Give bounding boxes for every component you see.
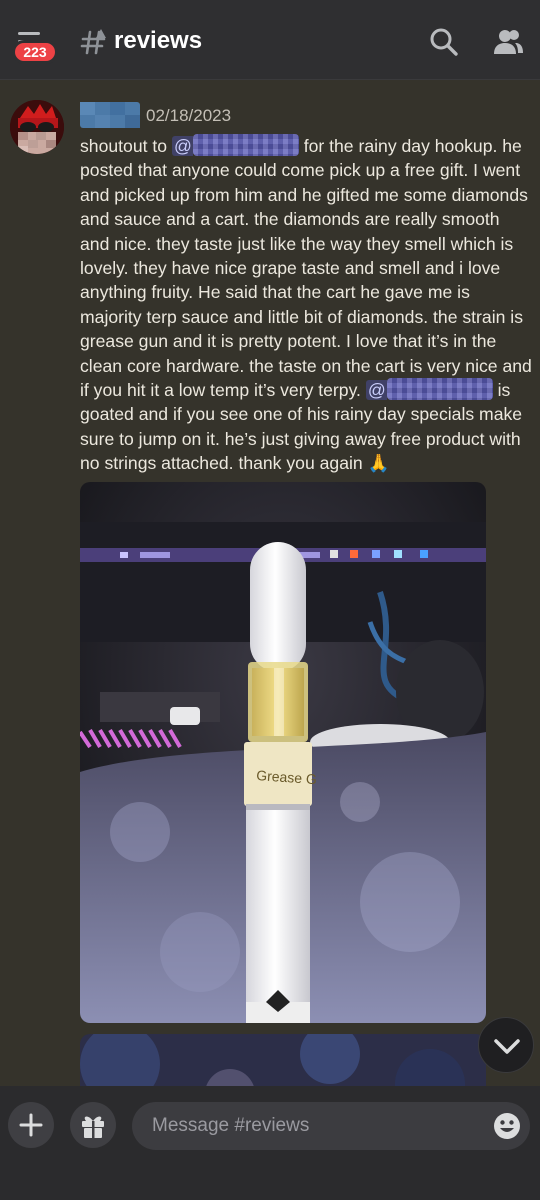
jump-to-latest-button[interactable] (478, 1017, 534, 1073)
unread-badge: 223 (12, 40, 58, 64)
message-input-placeholder: Message #reviews (152, 1115, 310, 1136)
message-content: shoutout to @ for the rainy day hookup. … (80, 134, 532, 476)
message-timestamp: 02/18/2023 (146, 106, 232, 125)
photo-vape-cartridge: Grease G (80, 482, 486, 1023)
message-composer: Message #reviews (0, 1086, 540, 1200)
avatar-image (10, 100, 64, 154)
user-mention[interactable]: @ (171, 134, 299, 156)
plus-icon (19, 1113, 43, 1137)
gift-icon (82, 1116, 104, 1138)
mention-at-sign: @ (171, 136, 193, 156)
user-mention[interactable]: @ (365, 378, 493, 401)
mention-redacted-name (386, 378, 493, 401)
message-text-part-1: shoutout to (80, 136, 172, 156)
channel-name[interactable]: reviews (114, 27, 202, 55)
gift-button[interactable] (70, 1102, 116, 1148)
mention-redacted-name (192, 134, 299, 156)
message-list[interactable]: 02/18/2023 shoutout to @ for the rainy d… (0, 80, 540, 1086)
photo-galaxy-cloth (80, 1034, 486, 1086)
text-channel-hash-icon (80, 29, 106, 55)
channel-header: 223 reviews (0, 0, 540, 80)
message-text-part-2: for the rainy day hookup. he posted that… (80, 136, 532, 401)
folded-hands-emoji: 🙏 (367, 453, 390, 474)
emoji-icon[interactable] (492, 1111, 522, 1141)
mention-at-sign: @ (365, 380, 387, 401)
members-icon[interactable] (492, 26, 524, 58)
message-input[interactable]: Message #reviews (132, 1102, 530, 1150)
user-avatar[interactable] (10, 100, 64, 154)
search-icon[interactable] (428, 26, 460, 58)
chevron-down-icon (494, 1039, 520, 1054)
username-redacted[interactable] (80, 102, 140, 128)
image-attachment-2[interactable] (80, 1034, 486, 1086)
image-attachment[interactable]: Grease G (80, 482, 486, 1023)
add-attachment-button[interactable] (8, 1102, 54, 1148)
